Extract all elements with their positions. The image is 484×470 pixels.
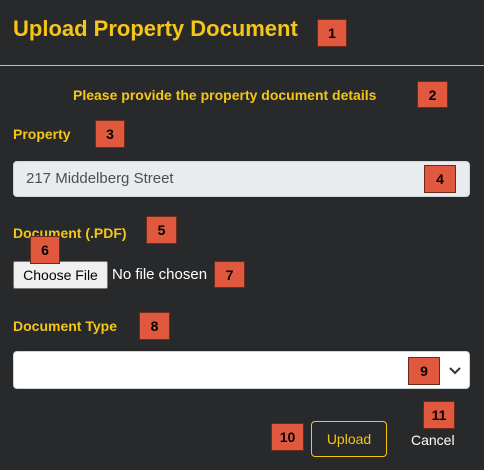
document-type-label: Document Type [13, 318, 117, 334]
annotation-badge-4: 4 [424, 165, 456, 193]
annotation-badge-3: 3 [95, 120, 125, 148]
annotation-badge-9: 9 [408, 357, 440, 385]
header-divider [0, 65, 484, 66]
property-label: Property [13, 126, 71, 142]
property-value: 217 Middelberg Street [26, 170, 174, 187]
choose-file-button[interactable]: Choose File [13, 261, 108, 289]
form-subtitle: Please provide the property document det… [73, 87, 377, 103]
annotation-badge-5: 5 [146, 216, 177, 244]
property-field[interactable]: 217 Middelberg Street [13, 161, 470, 197]
annotation-badge-2: 2 [417, 81, 448, 108]
upload-button[interactable]: Upload [311, 421, 387, 457]
file-status-text: No file chosen [112, 266, 208, 283]
annotation-badge-11: 11 [423, 401, 455, 429]
cancel-button[interactable]: Cancel [411, 432, 455, 448]
document-type-select[interactable] [13, 351, 470, 389]
annotation-badge-7: 7 [214, 261, 245, 288]
page-title: Upload Property Document [13, 16, 298, 41]
chevron-down-icon [449, 367, 461, 375]
annotation-badge-1: 1 [317, 19, 347, 47]
annotation-badge-8: 8 [139, 312, 170, 340]
annotation-badge-6: 6 [30, 236, 60, 264]
annotation-badge-10: 10 [271, 423, 304, 451]
